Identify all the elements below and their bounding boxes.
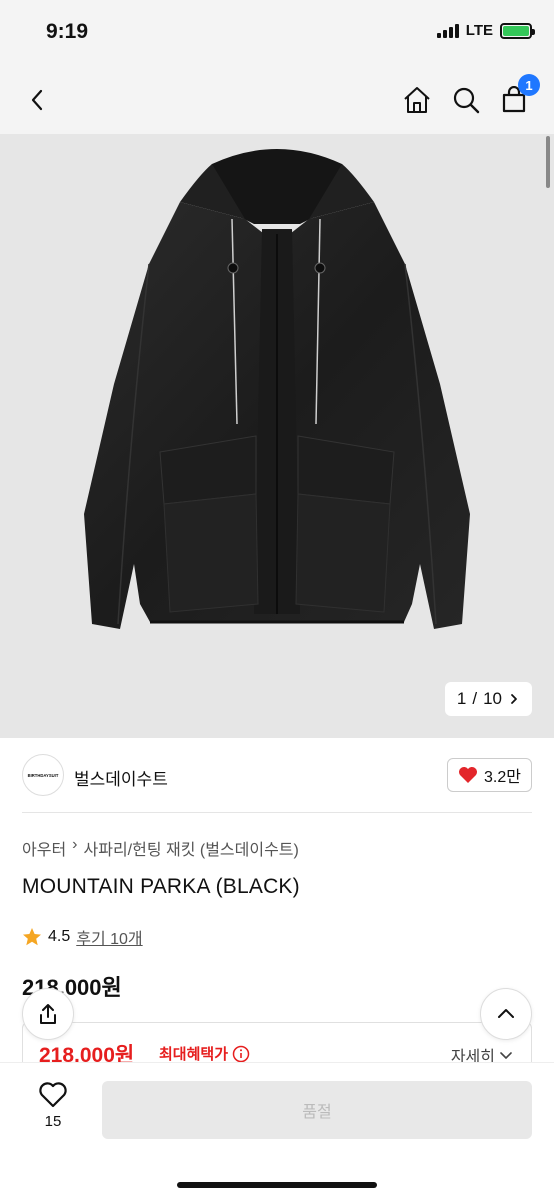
like-button[interactable]: 3.2만 [447, 758, 532, 792]
breadcrumb-category[interactable]: 아우터 [22, 836, 66, 860]
back-icon [31, 89, 43, 111]
chevron-up-icon [498, 1009, 514, 1018]
search-icon [453, 87, 480, 114]
seller-logo-text: BIRTHDAYSUIT [28, 773, 59, 778]
chevron-down-icon [500, 1052, 512, 1059]
home-indicator [177, 1182, 377, 1188]
breadcrumb: 아우터 › 사파리/헌팅 재킷 (벌스데이수트) [22, 836, 299, 860]
review-link[interactable]: 후기 10개 [76, 925, 142, 949]
share-button[interactable] [22, 988, 74, 1040]
image-current-page: 1 [456, 689, 467, 708]
chevron-right-icon [511, 694, 517, 704]
wish-button[interactable]: 15 [28, 1081, 78, 1130]
seller-row: BIRTHDAYSUIT 벌스데이수트 3.2만 [0, 738, 554, 812]
page-separator: / [472, 689, 478, 708]
search-button[interactable] [446, 80, 486, 120]
cart-count-badge: 1 [518, 74, 540, 96]
info-icon[interactable] [232, 1045, 250, 1063]
breadcrumb-separator-icon: › [72, 836, 78, 853]
status-time: 9:19 [46, 20, 89, 43]
status-icons: LTE [436, 22, 535, 39]
home-button[interactable] [397, 80, 437, 120]
rating-row: 4.5 후기 10개 [22, 925, 143, 949]
back-button[interactable] [18, 80, 58, 120]
like-count: 3.2만 [484, 769, 521, 786]
network-label: LTE [465, 22, 493, 39]
cart-button[interactable]: 1 [494, 74, 540, 120]
wish-count: 15 [44, 1113, 62, 1130]
image-total-pages: 10 [483, 689, 502, 708]
scrollbar[interactable] [546, 136, 550, 188]
product-title: MOUNTAIN PARKA (BLACK) [22, 875, 300, 898]
rating-value: 4.5 [48, 928, 71, 945]
image-page-indicator[interactable]: 1 / 10 [444, 682, 532, 716]
battery-icon [500, 22, 535, 39]
seller-name[interactable]: 벌스데이수트 [74, 765, 168, 790]
signal-icon [436, 23, 459, 38]
share-icon [40, 1004, 56, 1024]
benefit-label: 최대혜택가 [159, 1043, 250, 1064]
star-icon [23, 928, 41, 946]
bottom-action-bar: 15 품절 [0, 1062, 554, 1200]
home-icon [404, 87, 430, 113]
top-nav: 1 [0, 66, 554, 134]
product-image-gallery[interactable]: 1 / 10 [0, 134, 554, 738]
scroll-top-button[interactable] [480, 988, 532, 1040]
heart-outline-icon [39, 1082, 67, 1108]
product-image [84, 149, 470, 629]
seller-logo[interactable]: BIRTHDAYSUIT [22, 754, 64, 796]
divider [22, 812, 532, 813]
heart-icon [459, 767, 478, 783]
soldout-button[interactable]: 품절 [102, 1081, 532, 1139]
status-bar: 9:19 LTE [0, 0, 554, 66]
benefit-label-text: 최대혜택가 [159, 1046, 229, 1063]
breadcrumb-subcategory[interactable]: 사파리/헌팅 재킷 (벌스데이수트) [84, 836, 299, 860]
